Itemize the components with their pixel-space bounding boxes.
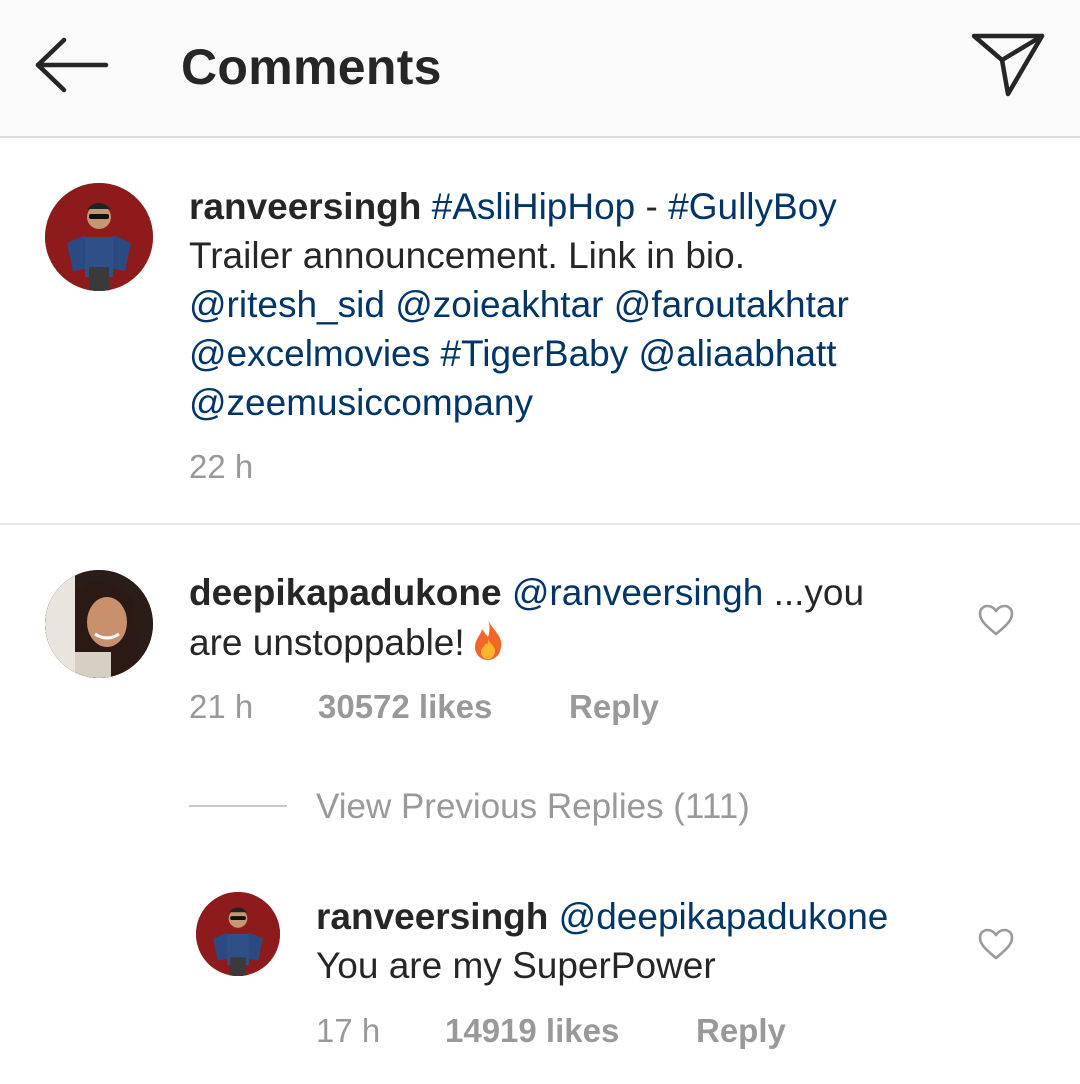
replies-divider bbox=[189, 805, 287, 807]
hashtag-link[interactable]: #GullyBoy bbox=[668, 186, 837, 227]
avatar[interactable] bbox=[196, 892, 280, 976]
caption-timestamp: 22 h bbox=[189, 448, 254, 485]
fire-emoji-icon bbox=[471, 617, 505, 661]
caption-username[interactable]: ranveersingh bbox=[189, 186, 421, 227]
reply-body: You are my SuperPower bbox=[316, 945, 716, 986]
caption-separator: - bbox=[635, 186, 669, 227]
likes-count[interactable]: 14919 likes bbox=[445, 1012, 619, 1050]
reply-username[interactable]: ranveersingh bbox=[316, 896, 548, 937]
mention-link[interactable]: @faroutakhtar bbox=[614, 284, 849, 325]
avatar[interactable] bbox=[45, 570, 153, 678]
view-previous-replies-button[interactable]: View Previous Replies (111) bbox=[316, 787, 750, 827]
mention-link[interactable]: @ranveersingh bbox=[512, 572, 763, 613]
reply-button[interactable]: Reply bbox=[569, 688, 659, 726]
caption-line: Trailer announcement. Link in bio. bbox=[189, 235, 745, 276]
mention-link[interactable]: @zeemusiccompany bbox=[189, 382, 533, 423]
caption-text: ranveersingh #AsliHipHop - #GullyBoy Tra… bbox=[189, 182, 969, 427]
avatar[interactable] bbox=[45, 183, 153, 291]
mention-link[interactable]: @aliaabhatt bbox=[639, 333, 837, 374]
divider bbox=[0, 523, 1080, 525]
reply-text: ranveersingh @deepikapadukone You are my… bbox=[316, 892, 956, 990]
comment-body: ...you bbox=[773, 572, 865, 613]
likes-count[interactable]: 30572 likes bbox=[318, 688, 492, 726]
mention-link[interactable]: @zoieakhtar bbox=[395, 284, 603, 325]
mention-link[interactable]: @ritesh_sid bbox=[189, 284, 385, 325]
heart-outline-icon[interactable] bbox=[977, 603, 1015, 637]
page-title: Comments bbox=[181, 39, 442, 95]
comment-username[interactable]: deepikapadukone bbox=[189, 572, 502, 613]
comment-timestamp: 21 h bbox=[189, 688, 254, 725]
mention-link[interactable]: @deepikapadukone bbox=[559, 896, 889, 937]
heart-outline-icon[interactable] bbox=[977, 927, 1015, 961]
comment-body: are unstoppable! bbox=[189, 622, 465, 663]
mention-link[interactable]: @excelmovies bbox=[189, 333, 430, 374]
hashtag-link[interactable]: #AsliHipHop bbox=[432, 186, 636, 227]
comment-text: deepikapadukone @ranveersingh ...you are… bbox=[189, 568, 929, 667]
top-bar: Comments bbox=[0, 0, 1080, 138]
paper-plane-icon[interactable] bbox=[966, 28, 1050, 102]
hashtag-link[interactable]: #TigerBaby bbox=[440, 333, 628, 374]
reply-timestamp: 17 h bbox=[316, 1012, 381, 1049]
reply-button[interactable]: Reply bbox=[696, 1012, 786, 1050]
back-arrow-icon[interactable] bbox=[28, 32, 114, 98]
